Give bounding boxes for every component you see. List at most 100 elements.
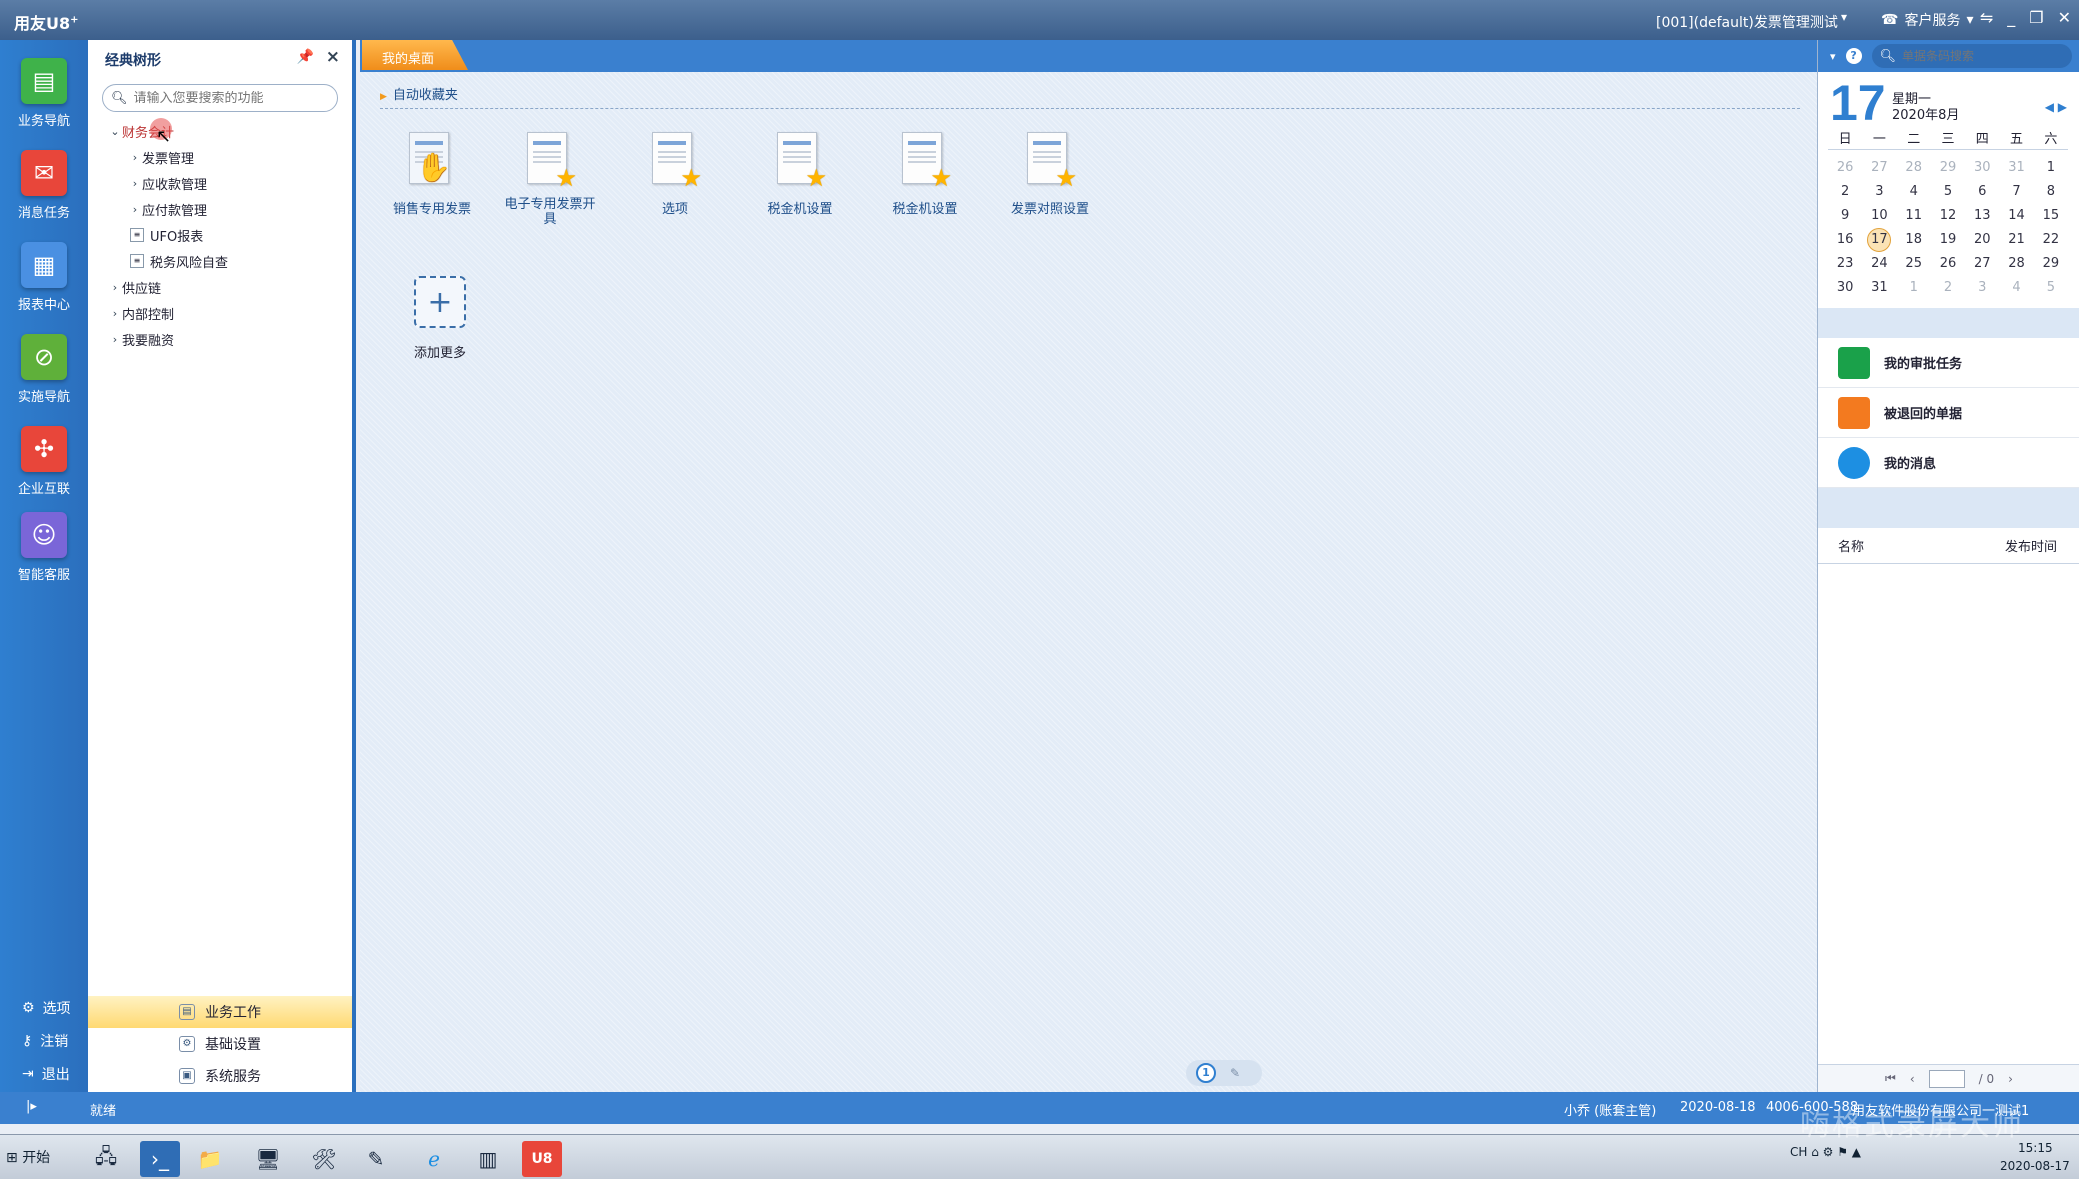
nav-smart-service[interactable]: ☺ 智能客服 <box>0 512 88 583</box>
barcode-search-input[interactable] <box>1902 49 2063 63</box>
calendar-date[interactable]: 3 <box>1862 180 1896 204</box>
tree-node-supply-chain[interactable]: › 供应链 <box>88 274 352 300</box>
tab-business-work[interactable]: ▤ 业务工作 <box>88 996 352 1028</box>
fav-invoice-mapping[interactable]: ★ 发票对照设置 <box>988 132 1112 217</box>
calendar-date[interactable]: 18 <box>1897 228 1931 252</box>
my-approval-tasks[interactable]: 我的审批任务 <box>1818 338 2079 388</box>
nav-report-center[interactable]: ▦ 报表中心 <box>0 242 88 313</box>
prev-page-icon[interactable]: ‹ <box>1910 1072 1915 1086</box>
options-button[interactable]: ⚙ 选项 <box>22 998 71 1018</box>
tree-node-ufo-report[interactable]: ≡ UFO报表 <box>88 222 352 248</box>
calendar-date[interactable]: 31 <box>1862 276 1896 300</box>
my-messages[interactable]: 我的消息 <box>1818 438 2079 488</box>
ie-browser-icon[interactable]: ℯ <box>414 1141 454 1177</box>
next-page-icon[interactable]: › <box>2008 1072 2013 1086</box>
add-more-button[interactable]: + 添加更多 <box>410 276 470 361</box>
archive-icon[interactable]: ▥ <box>468 1141 508 1177</box>
fav-sales-invoice[interactable]: ✋ 销售专用发票 <box>370 132 494 217</box>
fav-tax-machine-settings-2[interactable]: ★ 税金机设置 <box>863 132 987 217</box>
chevron-right-icon[interactable]: › <box>108 333 122 346</box>
chevron-down-icon[interactable]: ▾ <box>1830 50 1836 63</box>
calendar-date[interactable]: 8 <box>2034 180 2068 204</box>
calendar-date[interactable]: 9 <box>1828 204 1862 228</box>
next-month-icon[interactable]: ▶ <box>2058 100 2067 114</box>
page-indicator[interactable]: 1 <box>1196 1063 1216 1083</box>
calendar-date[interactable]: 23 <box>1828 252 1862 276</box>
calendar-date[interactable]: 26 <box>1828 156 1862 180</box>
calendar-date[interactable]: 26 <box>1931 252 1965 276</box>
calendar-date[interactable]: 30 <box>1828 276 1862 300</box>
calendar-date[interactable]: 27 <box>1965 252 1999 276</box>
chevron-down-icon[interactable]: ⌄ <box>108 125 122 138</box>
layout-toggle-icon[interactable]: ⇋ <box>1980 8 1993 27</box>
calendar-date[interactable]: 15 <box>2034 204 2068 228</box>
collapse-icon[interactable]: |▸ <box>26 1099 37 1114</box>
restore-icon[interactable]: ❐ <box>2029 8 2043 27</box>
context-dropdown-icon[interactable]: ▾ <box>1841 10 1847 24</box>
calendar-date[interactable]: 1 <box>2034 156 2068 180</box>
tree-node-tax-risk[interactable]: ≡ 税务风险自查 <box>88 248 352 274</box>
server-manager-icon[interactable]: 🖧 <box>86 1141 126 1177</box>
calendar-today[interactable]: 17 <box>1862 228 1896 252</box>
calendar-date[interactable]: 6 <box>1965 180 1999 204</box>
calendar-date[interactable]: 13 <box>1965 204 1999 228</box>
page-edit-icon[interactable]: ✎ <box>1230 1066 1240 1080</box>
tools-icon[interactable]: 🛠 <box>304 1141 344 1177</box>
nav-implement[interactable]: ⊘ 实施导航 <box>0 334 88 405</box>
calendar-date[interactable]: 24 <box>1862 252 1896 276</box>
chevron-right-icon[interactable]: › <box>108 307 122 320</box>
calendar-date[interactable]: 29 <box>1931 156 1965 180</box>
logout-button[interactable]: ⚷ 注销 <box>22 1031 68 1051</box>
calendar-date[interactable]: 30 <box>1965 156 1999 180</box>
tab-basic-settings[interactable]: ⚙ 基础设置 <box>88 1028 352 1060</box>
tree-node-internal-control[interactable]: › 内部控制 <box>88 300 352 326</box>
calendar-date[interactable]: 12 <box>1931 204 1965 228</box>
calendar-date[interactable]: 4 <box>1897 180 1931 204</box>
first-page-icon[interactable]: ⏮ <box>1885 1071 1896 1086</box>
calendar-date[interactable]: 16 <box>1828 228 1862 252</box>
customer-service-button[interactable]: ☎ 客户服务 ▾ <box>1881 10 1973 30</box>
tree-search-input[interactable] <box>133 90 334 106</box>
tree-node-finance[interactable]: ⌄ 财务会计 <box>88 118 352 144</box>
calendar-date[interactable]: 3 <box>1965 276 1999 300</box>
calendar-date[interactable]: 19 <box>1931 228 1965 252</box>
calendar-date[interactable]: 11 <box>1897 204 1931 228</box>
calendar-date[interactable]: 1 <box>1897 276 1931 300</box>
tree-node-invoice[interactable]: › 发票管理 <box>88 144 352 170</box>
tree-node-payable[interactable]: › 应付款管理 <box>88 196 352 222</box>
favorites-title[interactable]: 自动收藏夹 <box>380 84 458 103</box>
pin-icon[interactable]: 📌 <box>297 49 314 65</box>
calendar-date[interactable]: 4 <box>1999 276 2033 300</box>
fav-e-invoice-issue[interactable]: ★ 电子专用发票开具 <box>488 132 612 228</box>
powershell-icon[interactable]: ›_ <box>140 1141 180 1177</box>
calendar-date[interactable]: 10 <box>1862 204 1896 228</box>
calendar-date[interactable]: 5 <box>2034 276 2068 300</box>
calendar-date[interactable]: 20 <box>1965 228 1999 252</box>
close-icon[interactable]: × <box>326 47 340 67</box>
calendar-date[interactable]: 29 <box>2034 252 2068 276</box>
calendar-date[interactable]: 28 <box>1897 156 1931 180</box>
prev-month-icon[interactable]: ◀ <box>2045 100 2054 114</box>
calendar-date[interactable]: 5 <box>1931 180 1965 204</box>
nav-enterprise[interactable]: ✣ 企业互联 <box>0 426 88 497</box>
tree-node-receivable[interactable]: › 应收款管理 <box>88 170 352 196</box>
calendar-date[interactable]: 27 <box>1862 156 1896 180</box>
chevron-right-icon[interactable]: › <box>128 203 142 216</box>
calendar-date[interactable]: 28 <box>1999 252 2033 276</box>
calendar-date[interactable]: 31 <box>1999 156 2033 180</box>
nav-message-task[interactable]: ✉ 消息任务 <box>0 150 88 221</box>
minimize-icon[interactable]: _ <box>2007 8 2015 27</box>
exit-button[interactable]: ⇥ 退出 <box>22 1064 70 1084</box>
help-icon[interactable]: ? <box>1845 48 1862 64</box>
fav-options[interactable]: ★ 选项 <box>613 132 737 217</box>
nav-business[interactable]: ▤ 业务导航 <box>0 58 88 129</box>
chevron-right-icon[interactable]: › <box>128 151 142 164</box>
tab-system-service[interactable]: ▣ 系统服务 <box>88 1060 352 1092</box>
tab-my-desktop[interactable]: 我的桌面 <box>362 40 468 70</box>
tree-node-financing[interactable]: › 我要融资 <box>88 326 352 352</box>
returned-documents[interactable]: 被退回的单据 <box>1818 388 2079 438</box>
fav-tax-machine-settings[interactable]: ★ 税金机设置 <box>738 132 862 217</box>
calendar-date[interactable]: 25 <box>1897 252 1931 276</box>
page-input[interactable] <box>1928 1069 1965 1088</box>
calendar-date[interactable]: 7 <box>1999 180 2033 204</box>
